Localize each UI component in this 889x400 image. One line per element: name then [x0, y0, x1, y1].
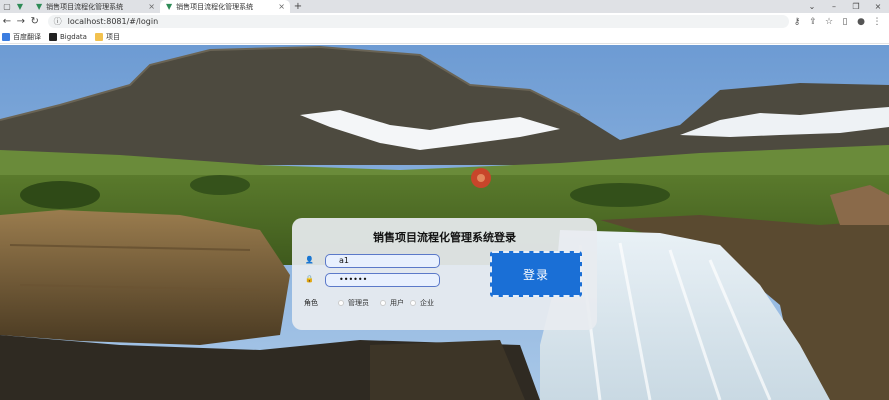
user-icon: 👤	[305, 256, 314, 264]
reload-icon[interactable]: ↻	[28, 16, 42, 27]
password-input[interactable]: ••••••	[325, 273, 440, 287]
tab-blank[interactable]: ▼	[14, 0, 30, 13]
tab-title: 销售项目流程化管理系统	[176, 2, 254, 11]
sidebar-icon[interactable]: ▯	[837, 17, 853, 27]
vue-favicon-icon: ▼	[166, 2, 173, 11]
login-card: 销售项目流程化管理系统登录 👤 a1 🔒 •••••• 角色 管理员 用户 企业…	[292, 218, 597, 330]
site-info-icon[interactable]: ⓘ	[54, 16, 62, 27]
minimize-icon[interactable]: –	[823, 0, 845, 13]
window-controls: ⌄ – ❐ ×	[801, 0, 889, 13]
folder-icon	[94, 32, 103, 41]
vue-favicon-icon: ▼	[16, 2, 24, 11]
menu-icon[interactable]: ⋮	[869, 17, 885, 27]
browser-tab-bar: ▢ ▼ ▼ 销售项目流程化管理系统 × ▼ 销售项目流程化管理系统 × + ⌄ …	[0, 0, 889, 13]
restore-icon[interactable]: ❐	[845, 0, 867, 13]
key-icon[interactable]: ⚷	[789, 17, 805, 27]
tab-title: 销售项目流程化管理系统	[46, 2, 124, 11]
radio-circle-icon[interactable]	[380, 300, 386, 306]
address-bar: ← → ↻ ⓘ localhost:8081/#/login ⚷ ⇪ ☆ ▯ ●…	[0, 13, 889, 30]
lock-icon: 🔒	[305, 275, 314, 283]
translate-icon	[2, 32, 10, 41]
tab-menu-icon[interactable]: ▢	[0, 0, 14, 13]
role-radio-user[interactable]: 用户	[380, 298, 404, 308]
role-label: 角色	[304, 299, 318, 307]
tab-search-icon[interactable]: ⌄	[801, 0, 823, 13]
share-icon[interactable]: ⇪	[805, 17, 821, 27]
profile-icon[interactable]: ●	[853, 17, 869, 27]
bigdata-icon	[49, 32, 57, 41]
bookmark-star-icon[interactable]: ☆	[821, 17, 837, 27]
role-radio-admin[interactable]: 管理员	[338, 298, 369, 308]
username-input[interactable]: a1	[325, 254, 440, 268]
role-radio-company[interactable]: 企业	[410, 298, 434, 308]
forward-icon[interactable]: →	[14, 16, 28, 27]
close-window-icon[interactable]: ×	[867, 0, 889, 13]
login-button[interactable]: 登录	[490, 251, 582, 297]
bookmark-item[interactable]: 百度翻译	[2, 32, 41, 42]
radio-circle-icon[interactable]	[338, 300, 344, 306]
vue-favicon-icon: ▼	[36, 2, 43, 11]
radio-circle-icon[interactable]	[410, 300, 416, 306]
bookmark-item[interactable]: Bigdata	[49, 32, 87, 41]
tab-close-icon[interactable]: ×	[278, 2, 285, 11]
tab-close-icon[interactable]: ×	[148, 2, 155, 11]
tab-active[interactable]: ▼ 销售项目流程化管理系统 ×	[160, 0, 290, 13]
url-text: localhost:8081/#/login	[67, 17, 159, 26]
login-title: 销售项目流程化管理系统登录	[373, 231, 516, 244]
tab-inactive[interactable]: ▼ 销售项目流程化管理系统 ×	[30, 0, 160, 13]
url-input[interactable]: ⓘ localhost:8081/#/login	[47, 15, 789, 28]
back-icon[interactable]: ←	[0, 16, 14, 27]
new-tab-button[interactable]: +	[290, 0, 306, 13]
bookmark-item[interactable]: 项目	[94, 32, 120, 42]
bookmarks-bar: 百度翻译 Bigdata 项目	[0, 30, 889, 44]
